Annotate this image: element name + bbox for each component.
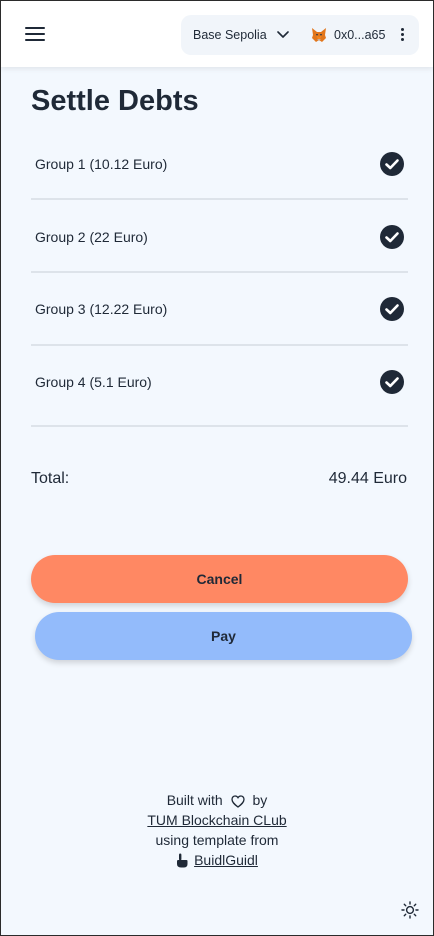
by-text: by [252, 792, 268, 808]
group-label: Group 3 (12.22 Euro) [35, 301, 168, 317]
group-label: Group 1 (10.12 Euro) [35, 156, 168, 172]
check-circle-icon[interactable] [379, 224, 405, 250]
chevron-down-icon [276, 31, 289, 38]
wallet-bar: Base Sepolia 0x0...a65 [181, 15, 419, 55]
sun-icon[interactable] [401, 901, 419, 919]
built-with-line: Built with by [1, 790, 433, 810]
pay-button[interactable]: Pay [35, 612, 412, 660]
built-with-text: Built with [166, 792, 223, 808]
group-label: Group 2 (22 Euro) [35, 229, 148, 245]
app-frame: Base Sepolia 0x0...a65 Settle Debts Grou… [0, 0, 434, 936]
group-row[interactable]: Group 3 (12.22 Euro) [31, 274, 408, 346]
buidlguidl-link[interactable]: BuidlGuidl [194, 852, 258, 868]
check-circle-icon[interactable] [379, 151, 405, 177]
network-label: Base Sepolia [193, 28, 267, 42]
check-circle-icon[interactable] [379, 296, 405, 322]
account-address: 0x0...a65 [334, 28, 386, 42]
account-button[interactable]: 0x0...a65 [311, 15, 385, 55]
network-selector[interactable]: Base Sepolia [193, 15, 289, 55]
total-value: 49.44 Euro [328, 470, 407, 487]
metamask-fox-icon [312, 27, 326, 42]
page-title: Settle Debts [31, 85, 199, 117]
group-label: Group 4 (5.1 Euro) [35, 374, 152, 390]
more-options-icon[interactable] [399, 28, 405, 42]
check-circle-icon[interactable] [379, 369, 405, 395]
cancel-button[interactable]: Cancel [31, 555, 408, 603]
total-label: Total: [31, 470, 70, 487]
club-link[interactable]: TUM Blockchain CLub [147, 812, 286, 828]
group-row[interactable]: Group 2 (22 Euro) [31, 201, 408, 273]
group-row[interactable]: Group 4 (5.1 Euro) [31, 346, 408, 427]
group-row[interactable]: Group 1 (10.12 Euro) [31, 128, 408, 200]
menu-icon[interactable] [25, 27, 45, 43]
pointing-hand-icon [177, 853, 188, 868]
footer: Built with by TUM Blockchain CLub using … [1, 790, 433, 870]
heart-icon [230, 795, 245, 808]
template-text: using template from [155, 832, 279, 848]
header: Base Sepolia 0x0...a65 [1, 1, 433, 67]
